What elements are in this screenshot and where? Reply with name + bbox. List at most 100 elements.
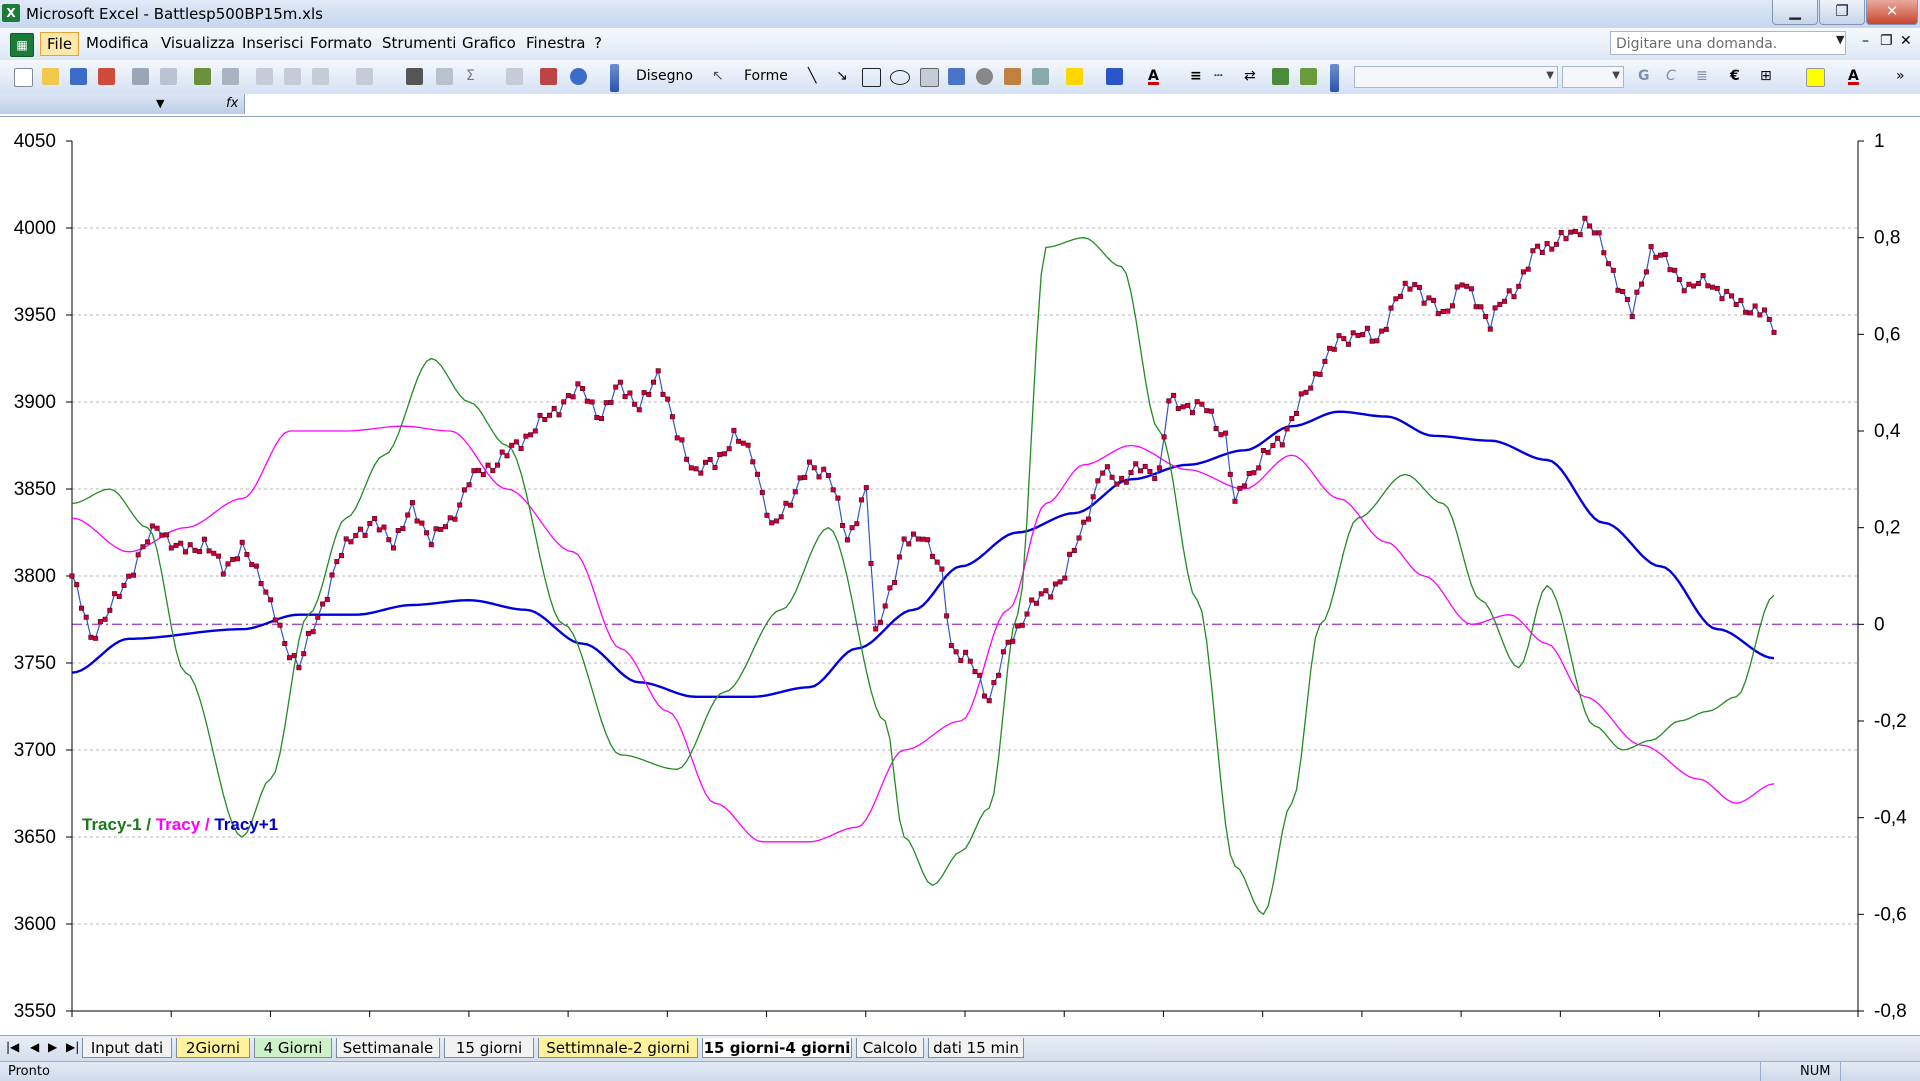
chart-svg[interactable]: 3550 3600 3650 3700 3750 3800 3850 3900 3950 4000…: [0, 117, 1920, 1035]
new-icon[interactable]: [14, 68, 33, 87]
sheet-tab[interactable]: 4 Giorni: [254, 1038, 332, 1058]
doc-restore-icon[interactable]: ❐: [1880, 33, 1893, 49]
disegno-menu[interactable]: Disegno: [636, 68, 693, 84]
sheet-tab[interactable]: 15 giorni: [444, 1038, 534, 1058]
picture-icon[interactable]: [1032, 68, 1049, 85]
print-icon[interactable]: [132, 68, 149, 85]
menu-inserisci[interactable]: Inserisci: [242, 34, 304, 52]
workbook-icon[interactable]: ▦: [10, 33, 34, 57]
ask-question-input[interactable]: Digitare una domanda.: [1610, 31, 1846, 55]
cut-icon[interactable]: [256, 68, 273, 85]
sheet-tab[interactable]: Settimnale-2 giorni: [538, 1038, 698, 1058]
price-marker: [1710, 284, 1716, 290]
rectangle-icon[interactable]: [862, 68, 881, 87]
euro-button[interactable]: €: [1730, 68, 1740, 84]
menu-strumenti[interactable]: Strumenti: [382, 34, 456, 52]
wordart-icon[interactable]: [948, 68, 965, 85]
price-marker: [1771, 329, 1777, 335]
arrow-icon[interactable]: ↘: [836, 68, 848, 84]
price-marker: [149, 523, 155, 529]
chart-area[interactable]: 3550 3600 3650 3700 3750 3800 3850 3900 3950 4000…: [0, 117, 1920, 1035]
next-sheet-icon[interactable]: ▶: [48, 1040, 57, 1054]
forme-menu[interactable]: Forme: [744, 68, 788, 84]
borders-icon[interactable]: ⊞: [1760, 68, 1772, 84]
sort-icon[interactable]: [506, 68, 523, 85]
toolbar-grip[interactable]: [610, 64, 619, 92]
price-marker: [348, 539, 354, 545]
chevron-down-icon[interactable]: ▼: [1836, 33, 1844, 46]
excel-icon[interactable]: X: [2, 4, 20, 22]
first-sheet-icon[interactable]: |◀: [6, 1040, 19, 1054]
spelling-icon[interactable]: [194, 68, 211, 85]
save-icon[interactable]: [70, 68, 87, 85]
text-color-icon[interactable]: A: [1848, 68, 1859, 84]
copy-icon[interactable]: [284, 68, 301, 85]
last-sheet-icon[interactable]: ▶|: [66, 1040, 79, 1054]
menu-visualizza[interactable]: Visualizza: [161, 34, 235, 52]
menu-grafico[interactable]: Grafico: [462, 34, 516, 52]
line-icon[interactable]: ╲: [808, 68, 816, 84]
dash-style-icon[interactable]: ┄: [1214, 68, 1222, 84]
price-marker: [594, 414, 600, 420]
sheet-tab[interactable]: Settimanale: [336, 1038, 440, 1058]
menu-help[interactable]: ?: [594, 34, 602, 52]
line-style-icon[interactable]: ≡: [1190, 68, 1202, 84]
price-marker: [1052, 581, 1058, 587]
name-box[interactable]: ▼ fx: [0, 94, 245, 114]
chevron-down-icon[interactable]: ▼: [156, 97, 164, 110]
close-button[interactable]: ✕: [1866, 0, 1918, 25]
italic-button[interactable]: C: [1666, 68, 1676, 84]
minimize-button[interactable]: ▁: [1772, 0, 1818, 25]
clipart-icon[interactable]: [1004, 68, 1021, 85]
research-icon[interactable]: [222, 68, 239, 85]
font-name-combo[interactable]: ▼: [1354, 66, 1558, 88]
3d-icon[interactable]: [1300, 68, 1317, 85]
open-icon[interactable]: [42, 68, 59, 85]
toolbar-grip-2[interactable]: [1330, 64, 1339, 92]
autosum-icon[interactable]: Σ: [466, 68, 475, 84]
line-color-icon[interactable]: [1106, 68, 1123, 85]
chart-icon[interactable]: [540, 68, 557, 85]
font-color-icon[interactable]: A: [1148, 68, 1159, 84]
print-preview-icon[interactable]: [160, 68, 177, 85]
fx-icon[interactable]: fx: [226, 96, 238, 111]
help-icon[interactable]: [570, 68, 587, 85]
highlight-icon[interactable]: [1806, 68, 1825, 87]
textbox-icon[interactable]: [920, 68, 939, 87]
menu-modifica[interactable]: Modifica: [86, 34, 149, 52]
doc-close-icon[interactable]: ✕: [1900, 33, 1912, 49]
fill-color-icon[interactable]: [1066, 68, 1083, 85]
toolbar-options-icon[interactable]: »: [1896, 68, 1905, 84]
arrow-style-icon[interactable]: ⇄: [1244, 68, 1256, 84]
menu-finestra[interactable]: Finestra: [526, 34, 586, 52]
sheet-tab[interactable]: Input dati: [82, 1038, 172, 1058]
paste-icon[interactable]: [312, 68, 329, 85]
font-size-combo[interactable]: ▼: [1562, 66, 1624, 88]
price-marker: [693, 466, 699, 472]
price-marker: [1535, 243, 1541, 249]
pointer-icon[interactable]: ↖: [712, 68, 724, 84]
menu-file[interactable]: File: [40, 32, 80, 56]
price-marker: [1554, 241, 1560, 247]
permission-icon[interactable]: [98, 68, 115, 85]
diagram-icon[interactable]: [976, 68, 993, 85]
sheet-tab[interactable]: Calcolo: [856, 1038, 924, 1058]
doc-minimize-icon[interactable]: –: [1862, 33, 1869, 49]
price-marker: [1516, 283, 1522, 289]
price-marker: [1076, 535, 1082, 541]
shadow-icon[interactable]: [1272, 68, 1289, 85]
sheet-tab[interactable]: 2Giorni: [176, 1038, 250, 1058]
oval-icon[interactable]: [890, 70, 910, 85]
sheet-tab[interactable]: 15 giorni-4 giorni: [702, 1038, 852, 1058]
bold-button[interactable]: G: [1638, 68, 1650, 84]
align-icon[interactable]: ≣: [1696, 68, 1708, 84]
restore-button[interactable]: ❐: [1819, 0, 1865, 25]
price-marker: [1686, 281, 1692, 287]
undo-icon[interactable]: [356, 68, 373, 85]
chart-wizard-icon[interactable]: [406, 68, 423, 85]
hyperlink-icon[interactable]: [436, 68, 453, 85]
prev-sheet-icon[interactable]: ◀: [30, 1040, 39, 1054]
price-marker: [135, 552, 141, 558]
menu-formato[interactable]: Formato: [310, 34, 372, 52]
sheet-tab[interactable]: dati 15 min: [928, 1038, 1024, 1058]
